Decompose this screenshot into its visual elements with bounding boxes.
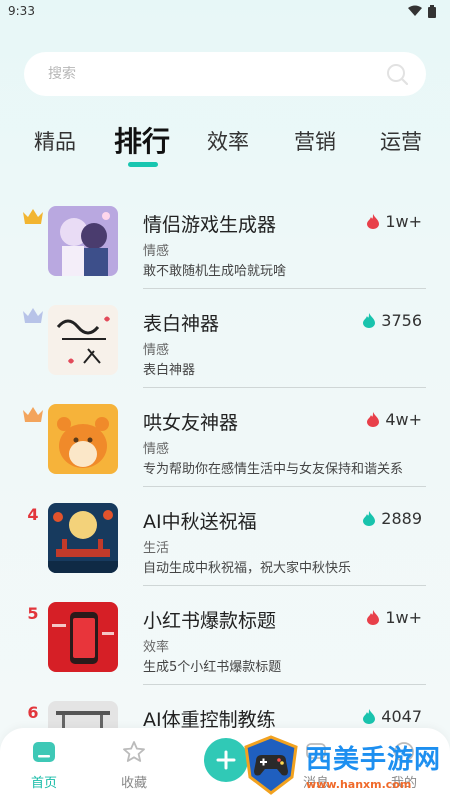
item-popularity: 1w+: [367, 608, 422, 627]
item-stat-value: 1w+: [385, 212, 422, 231]
fire-icon: [367, 610, 380, 625]
tab-marketing[interactable]: 营销: [294, 126, 336, 156]
item-stat-value: 4047: [381, 707, 422, 726]
item-title: 小红书爆款标题: [143, 610, 277, 632]
item-popularity: 4047: [363, 707, 422, 726]
active-tab-indicator: [128, 162, 158, 167]
item-description: 自动生成中秋祝福，祝大家中秋快乐: [143, 561, 352, 576]
item-thumbnail: [48, 602, 118, 672]
search-icon[interactable]: [386, 63, 408, 85]
list-item[interactable]: 表白神器 情感 表白神器 3756: [0, 289, 450, 388]
item-thumbnail: [48, 404, 118, 474]
item-category: 情感: [143, 343, 170, 358]
watermark-url: www.hanxm.com: [306, 778, 412, 791]
item-stat-value: 4w+: [385, 410, 422, 429]
item-title: 表白神器: [143, 313, 220, 335]
flame-icon: [363, 511, 376, 526]
tab-operations[interactable]: 运营: [380, 126, 422, 156]
list-item[interactable]: 哄女友神器 情感 专为帮助你在感情生活中与女友保持和谐关系 4w+: [0, 388, 450, 487]
item-popularity: 4w+: [367, 410, 422, 429]
gamepad-shield-logo: [244, 735, 298, 795]
flame-icon: [363, 709, 376, 724]
search-bar[interactable]: [24, 52, 426, 96]
nav-favorites-label: 收藏: [120, 776, 147, 791]
tab-featured[interactable]: 精品: [34, 126, 76, 156]
item-description: 生成5个小红书爆款标题: [143, 660, 282, 675]
tab-ranking-wrap[interactable]: 排行: [114, 118, 172, 170]
item-stat-value: 1w+: [385, 608, 422, 627]
item-popularity: 1w+: [367, 212, 422, 231]
item-title: AI中秋送祝福: [143, 511, 257, 533]
list-item[interactable]: 5 小红书爆款标题 效率 生成5个小红书爆款标题 1w+: [0, 586, 450, 685]
item-popularity: 2889: [363, 509, 422, 528]
rank-number: 4: [27, 504, 39, 524]
status-icons: [408, 4, 436, 18]
item-description: 表白神器: [143, 363, 196, 378]
fire-icon: [367, 412, 380, 427]
star-icon: [123, 741, 145, 762]
item-title: 情侣游戏生成器: [143, 214, 277, 236]
item-category: 情感: [143, 442, 170, 457]
item-popularity: 3756: [363, 311, 422, 330]
item-title: 哄女友神器: [143, 412, 239, 434]
item-stat-value: 2889: [381, 509, 422, 528]
item-category: 情感: [143, 244, 170, 259]
list-item[interactable]: 情侣游戏生成器 情感 敢不敢随机生成哈就玩啥 1w+: [0, 190, 450, 289]
status-time: 9:33: [8, 4, 35, 18]
nav-home-label: 首页: [30, 776, 57, 791]
gold-crown-icon: [22, 206, 44, 228]
item-category: 生活: [143, 541, 170, 556]
list-item[interactable]: 4 AI中秋送祝福 生活 自动生成中秋祝福，祝大家中秋快乐 2889: [0, 487, 450, 586]
item-description: 敢不敢随机生成哈就玩啥: [143, 264, 287, 279]
tab-efficiency[interactable]: 效率: [207, 126, 249, 156]
item-description: 专为帮助你在感情生活中与女友保持和谐关系: [143, 462, 404, 477]
nav-home[interactable]: 首页: [14, 738, 74, 791]
site-watermark: 西美手游网 www.hanxm.com: [242, 734, 442, 796]
flame-icon: [363, 313, 376, 328]
item-stat-value: 3756: [381, 311, 422, 330]
status-bar: 9:33: [0, 0, 450, 22]
item-thumbnail: [48, 503, 118, 573]
watermark-title: 西美手游网: [306, 745, 442, 775]
rank-number: 5: [27, 603, 39, 623]
nav-favorites[interactable]: 收藏: [104, 738, 164, 791]
search-input[interactable]: [48, 66, 348, 82]
silver-crown-icon: [22, 305, 44, 327]
item-thumbnail: [48, 206, 118, 276]
home-icon: [33, 742, 55, 762]
rank-number: 6: [27, 702, 39, 722]
wifi-icon: [408, 5, 422, 16]
category-tabs: 精品 排行 效率 营销 运营: [0, 118, 450, 170]
fire-icon: [367, 214, 380, 229]
battery-icon: [428, 4, 436, 18]
item-thumbnail: [48, 305, 118, 375]
item-category: 效率: [143, 640, 170, 655]
bronze-crown-icon: [22, 404, 44, 426]
plus-icon: [216, 750, 236, 770]
tab-ranking[interactable]: 排行: [114, 120, 170, 160]
